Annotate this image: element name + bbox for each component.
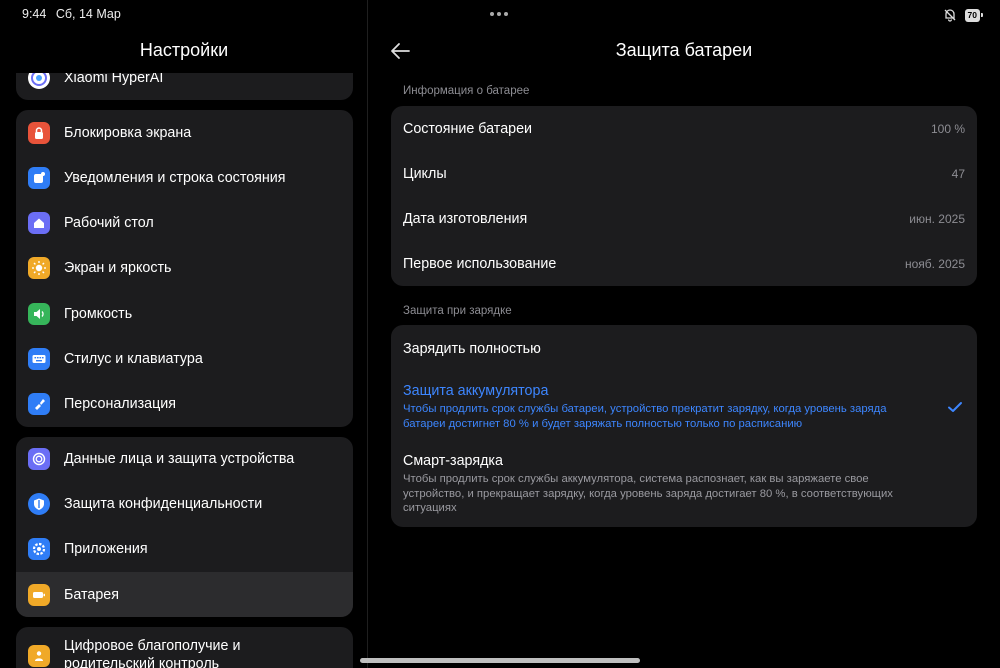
settings-group-security: Данные лица и защита устройства Защита к…: [16, 436, 353, 618]
info-key: Циклы: [403, 165, 447, 182]
keyboard-icon: [28, 347, 50, 370]
settings-item-label: Уведомления и строка состояния: [64, 169, 286, 186]
option-battery-protection[interactable]: Защита аккумулятора Чтобы продлить срок …: [391, 370, 977, 445]
section-label-charging-protection: Защита при зарядке: [403, 305, 512, 317]
lock-icon: [28, 121, 50, 144]
option-smart-charging[interactable]: Смарт-зарядка Чтобы продлить срок службы…: [391, 445, 977, 516]
settings-item-label: Рабочий стол: [64, 215, 154, 232]
status-date: Сб, 14 Мар: [55, 7, 121, 21]
face-id-icon: [28, 448, 50, 471]
settings-item-stylus-keyboard[interactable]: Стилус и клавиатура: [16, 336, 353, 381]
settings-group-display: Блокировка экрана Уведомления и строка с…: [16, 110, 353, 427]
notification-icon: [28, 166, 50, 189]
hyperai-icon: [28, 73, 50, 89]
battery-level-icon: 70: [964, 8, 984, 22]
info-row-battery-health: Состояние батареи 100 %: [391, 106, 977, 151]
settings-item-label: Громкость: [64, 305, 133, 322]
home-indicator[interactable]: [360, 658, 640, 663]
info-key: Состояние батареи: [403, 120, 533, 137]
settings-item-battery[interactable]: Батарея: [16, 572, 353, 618]
charging-options-card: Зарядить полностью Защита аккумулятора Ч…: [391, 325, 977, 527]
battery-icon: [28, 583, 50, 606]
settings-item-label: Блокировка экрана: [64, 124, 192, 141]
settings-item-label: Защита конфиденциальности: [64, 496, 263, 513]
brightness-icon: [28, 257, 50, 280]
apps-gear-icon: [28, 538, 50, 561]
option-title: Зарядить полностью: [403, 341, 541, 357]
brush-icon: [28, 392, 50, 415]
option-description: Чтобы продлить срок службы батареи, устр…: [403, 403, 887, 430]
status-icons: 70: [943, 8, 984, 22]
settings-item-face-data[interactable]: Данные лица и защита устройства: [16, 437, 353, 482]
volume-icon: [28, 302, 50, 325]
settings-title: Настройки: [139, 40, 229, 60]
settings-item-personalization[interactable]: Персонализация: [16, 381, 353, 426]
bell-off-icon: [944, 9, 955, 22]
section-label-battery-info: Информация о батарее: [403, 85, 530, 97]
status-time-date: 9:44 Сб, 14 Мар: [22, 7, 127, 21]
settings-item-privacy[interactable]: Защита конфиденциальности: [16, 482, 353, 527]
settings-list[interactable]: Xiaomi HyperAI Блокировка экрана Уведомл…: [16, 73, 353, 668]
settings-item-wellbeing[interactable]: Цифровое благополучие и родительский кон…: [16, 627, 353, 668]
settings-item-display[interactable]: Экран и яркость: [16, 246, 353, 291]
info-value: июн. 2025: [909, 211, 965, 226]
status-time: 9:44: [22, 7, 47, 21]
multitask-dots-icon[interactable]: [490, 12, 508, 16]
settings-item-label: Xiaomi HyperAI: [64, 73, 164, 86]
battery-info-card: Состояние батареи 100 % Циклы 47 Дата из…: [391, 106, 977, 286]
settings-item-label: Приложения: [64, 541, 148, 558]
info-value: 47: [951, 166, 965, 181]
settings-item-label: Цифровое благополучие и родительский кон…: [64, 638, 241, 668]
settings-item-label: Данные лица и защита устройства: [64, 451, 295, 468]
wellbeing-icon: [28, 645, 50, 668]
status-bar: 9:44 Сб, 14 Мар 70: [0, 0, 1000, 30]
settings-item-label: Персонализация: [64, 395, 177, 412]
info-key: Первое использование: [403, 255, 557, 272]
settings-item-home-screen[interactable]: Рабочий стол: [16, 201, 353, 246]
settings-item-hyperai[interactable]: Xiaomi HyperAI: [16, 73, 353, 100]
settings-item-label: Стилус и клавиатура: [64, 350, 203, 367]
info-value: 100 %: [930, 121, 965, 136]
info-value: нояб. 2025: [904, 256, 965, 271]
option-title: Смарт-зарядка: [403, 453, 503, 469]
settings-item-lock-screen[interactable]: Блокировка экрана: [16, 110, 353, 155]
option-charge-fully[interactable]: Зарядить полностью: [391, 325, 977, 370]
info-row-manufacture-date: Дата изготовления июн. 2025: [391, 196, 977, 241]
settings-item-label: Батарея: [64, 586, 120, 603]
page-title: Защита батареи: [615, 40, 753, 60]
settings-item-label: Экран и яркость: [64, 260, 172, 277]
info-row-cycles: Циклы 47: [391, 151, 977, 196]
option-description: Чтобы продлить срок службы аккумулятора,…: [403, 473, 893, 514]
settings-group-wellbeing: Цифровое благополучие и родительский кон…: [16, 627, 353, 668]
privacy-shield-icon: [28, 493, 50, 516]
settings-group-ai: Xiaomi HyperAI: [16, 73, 353, 101]
settings-item-apps[interactable]: Приложения: [16, 527, 353, 572]
settings-item-notifications[interactable]: Уведомления и строка состояния: [16, 155, 353, 200]
checkmark-icon: [948, 401, 962, 412]
home-icon: [28, 212, 50, 235]
info-row-first-use: Первое использование нояб. 2025: [391, 241, 977, 286]
info-key: Дата изготовления: [403, 210, 528, 227]
settings-item-volume[interactable]: Громкость: [16, 291, 353, 336]
option-title: Защита аккумулятора: [403, 383, 549, 399]
pane-divider: [367, 0, 368, 668]
